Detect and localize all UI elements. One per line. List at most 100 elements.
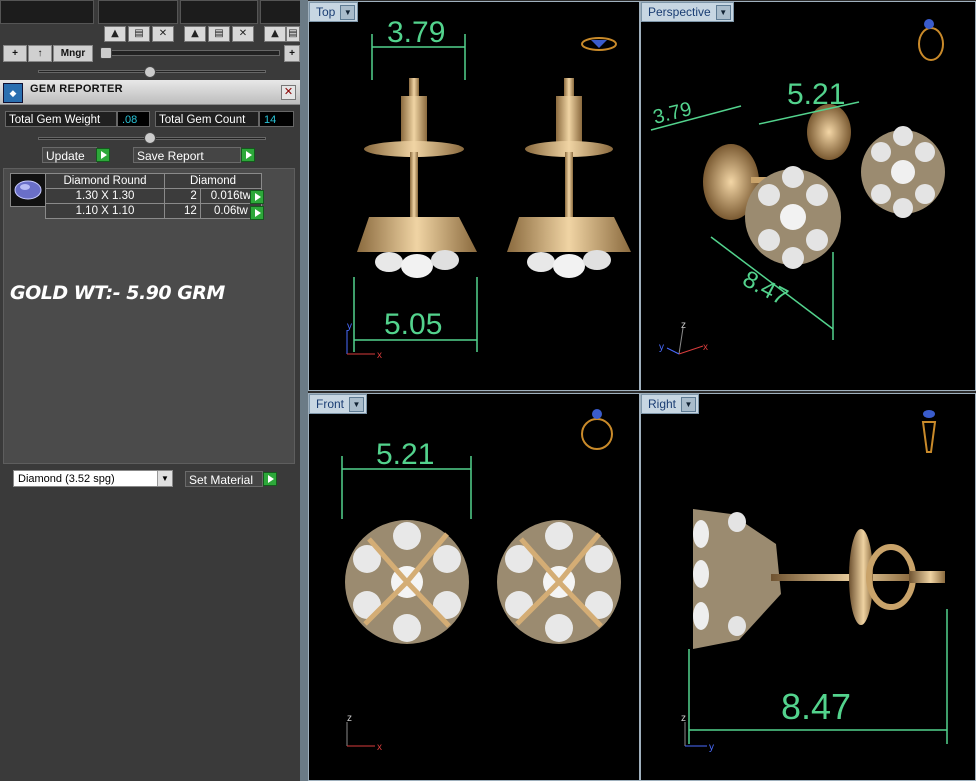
chevron-down-icon[interactable]: ▼: [681, 397, 697, 412]
dimension-label: 8.47: [738, 265, 792, 311]
table-row[interactable]: 1.30 X 1.30 2 0.016tw: [45, 188, 263, 204]
total-count-value: 14: [259, 111, 294, 127]
earring-right-profile: [693, 509, 945, 649]
svg-text:x: x: [377, 350, 382, 361]
svg-text:x: x: [377, 742, 382, 753]
axis-gizmo: z x: [346, 713, 382, 753]
layer-thumb-slot[interactable]: [260, 0, 302, 24]
viewport-top[interactable]: 3.79 5.05 y x Top ▼: [308, 1, 640, 391]
dimension-label: 3.79: [387, 16, 445, 49]
right-view-render: 8.47 z y: [681, 410, 948, 753]
column-header-shape: Diamond Round: [45, 173, 165, 189]
dimension-width-front: 5.21: [341, 438, 472, 519]
up-icon[interactable]: ▲: [264, 26, 286, 42]
tab-top[interactable]: Top ▼: [309, 2, 359, 22]
earring-front-left: [345, 520, 469, 644]
dimension-label: 5.21: [376, 438, 434, 471]
diamond-thumbnail: [10, 173, 46, 207]
chevron-down-icon[interactable]: ▼: [715, 5, 731, 20]
gem-size: 1.10 X 1.10: [45, 203, 165, 219]
earring-side-left: [357, 78, 477, 278]
delete-icon[interactable]: ✕: [152, 26, 174, 42]
viewport-right[interactable]: 8.47 z y Right ▼: [640, 393, 976, 781]
update-go-icon[interactable]: [96, 148, 110, 162]
earring-side-right: [507, 78, 631, 278]
total-weight-value: .08: [117, 111, 150, 127]
ring-gizmo-icon: [581, 409, 613, 450]
delete-icon[interactable]: ✕: [232, 26, 254, 42]
top-view-render: 3.79 5.05 y x: [346, 16, 631, 361]
dimension-label: 5.05: [384, 308, 442, 341]
axis-gizmo: z y x: [659, 320, 708, 355]
svg-text:y: y: [347, 321, 352, 332]
total-count-label: Total Gem Count: [155, 111, 259, 127]
tab-right[interactable]: Right ▼: [641, 394, 700, 414]
dimension-width-bottom: 5.05: [353, 277, 478, 352]
left-panel: ▲ ▤ ✕ ▲ ▤ ✕ ▲ ▤ + ↑ Mngr + ◆ GEM REPORTE…: [0, 0, 302, 781]
save-report-button[interactable]: Save Report: [133, 147, 241, 163]
dimension-width-top: 3.79: [371, 16, 466, 80]
svg-text:z: z: [681, 320, 686, 331]
tab-front[interactable]: Front ▼: [309, 394, 368, 414]
set-material-go-icon[interactable]: [263, 472, 277, 486]
set-material-button[interactable]: Set Material: [185, 471, 263, 487]
earring-front-right: [497, 520, 621, 644]
save-icon[interactable]: ▤: [128, 26, 150, 42]
save-icon[interactable]: ▤: [286, 26, 300, 42]
up-icon[interactable]: ▲: [104, 26, 126, 42]
chevron-down-icon[interactable]: ▼: [157, 471, 172, 486]
perspective-view-render: 5.21 3.79 8.47 z y x: [650, 19, 945, 355]
ring-gizmo-icon: [921, 410, 937, 453]
axis-gizmo: y x: [346, 321, 382, 361]
svg-text:z: z: [681, 713, 686, 724]
move-up-button[interactable]: ↑: [28, 45, 52, 62]
row-select-icon[interactable]: [250, 190, 264, 204]
dimension-label: 8.47: [781, 686, 851, 727]
viewport-front[interactable]: 5.21 z x Front ▼: [308, 393, 640, 781]
layer-thumb-slot[interactable]: [180, 0, 258, 24]
save-icon[interactable]: ▤: [208, 26, 230, 42]
manager-button[interactable]: Mngr: [53, 45, 93, 62]
gem-size: 1.30 X 1.30: [45, 188, 165, 204]
tab-perspective[interactable]: Perspective ▼: [641, 2, 734, 22]
dimension-label: 5.21: [787, 78, 845, 111]
update-button[interactable]: Update: [42, 147, 97, 163]
ring-gizmo-icon: [918, 19, 944, 61]
gem-reporter-title: GEM REPORTER: [30, 83, 123, 95]
layer-thumb-slot[interactable]: [0, 0, 94, 24]
svg-text:z: z: [347, 713, 352, 724]
svg-text:x: x: [703, 342, 708, 353]
close-icon[interactable]: ✕: [281, 85, 296, 100]
gem-table: Diamond Round Diamond 1.30 X 1.30 2 0.01…: [45, 173, 263, 219]
material-select[interactable]: Diamond (3.52 spg): [13, 470, 173, 487]
panel-splitter-handle[interactable]: [144, 66, 156, 78]
front-view-render: 5.21 z x: [341, 409, 621, 753]
table-row[interactable]: 1.10 X 1.10 12 0.06tw: [45, 203, 263, 219]
row-select-icon[interactable]: [250, 206, 264, 220]
save-report-go-icon[interactable]: [241, 148, 255, 162]
dimension-3-79: 3.79: [650, 98, 742, 131]
gem-reporter-icon: ◆: [3, 83, 23, 103]
column-header-material: Diamond: [164, 173, 262, 189]
chevron-down-icon[interactable]: ▼: [349, 397, 365, 412]
section-splitter-handle[interactable]: [144, 132, 156, 144]
svg-text:y: y: [709, 742, 714, 753]
earring-perspective-front: [703, 144, 841, 269]
layer-thumb-slot[interactable]: [98, 0, 178, 24]
axis-gizmo: z y: [681, 713, 714, 753]
ring-gizmo-icon: [581, 37, 617, 51]
gem-count: 2: [164, 188, 201, 204]
round-diamond-icon: [14, 180, 42, 200]
add-right-button[interactable]: +: [284, 45, 300, 62]
dimension-label: 3.79: [651, 98, 694, 129]
table-header-row: Diamond Round Diamond: [45, 173, 262, 189]
gold-weight-note: GOLD WT:- 5.90 GRM: [10, 282, 225, 304]
size-slider[interactable]: [100, 50, 280, 56]
add-button[interactable]: +: [3, 45, 27, 62]
gem-count: 12: [164, 203, 201, 219]
chevron-down-icon[interactable]: ▼: [340, 5, 356, 20]
size-slider-handle[interactable]: [100, 47, 112, 59]
panel-divider[interactable]: [300, 0, 308, 781]
up-icon[interactable]: ▲: [184, 26, 206, 42]
viewport-perspective[interactable]: 5.21 3.79 8.47 z y x Perspective ▼: [640, 1, 976, 391]
